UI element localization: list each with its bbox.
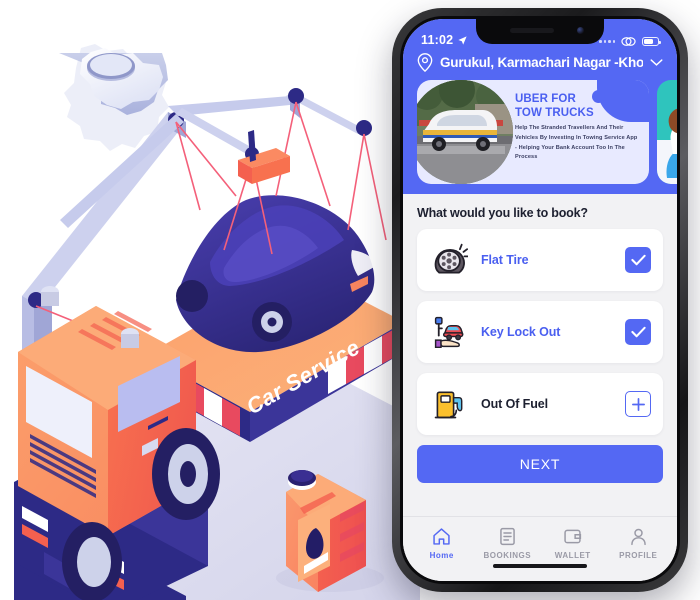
home-indicator[interactable] — [403, 564, 677, 581]
promo-banner[interactable]: UBER FOR TOW TRUCKS Help The Stranded Tr… — [417, 80, 649, 184]
bottom-navigation: Home BOOKINGS WALLET PROFILE — [403, 516, 677, 564]
hero-illustration: Car Service — [0, 0, 420, 600]
banner-title-line1: UBER FOR — [515, 93, 576, 105]
location-selector[interactable]: Gurukul, Karmachari Nagar -Khod... — [403, 49, 677, 72]
service-checkbox-key-lock-out[interactable] — [625, 319, 651, 345]
document-icon — [499, 527, 515, 546]
battery-icon — [642, 37, 661, 46]
phone-mockup: 11:02 Gurukul, Karmachari Nagar -Khod...… — [392, 8, 688, 592]
service-add-out-of-fuel[interactable] — [625, 391, 651, 417]
banner-title-line2: TOW TRUCKS — [515, 106, 594, 119]
nav-label: PROFILE — [619, 551, 658, 560]
service-label: Out Of Fuel — [481, 397, 548, 411]
earpiece-speaker — [510, 28, 554, 33]
navigation-arrow-icon — [458, 35, 467, 45]
promo-carousel[interactable]: UBER FOR TOW TRUCKS Help The Stranded Tr… — [403, 72, 677, 184]
banner-title: UBER FOR TOW TRUCKS — [515, 93, 641, 120]
location-text: Gurukul, Karmachari Nagar -Khod... — [440, 55, 643, 70]
signal-dots-icon — [599, 40, 615, 43]
map-pin-icon — [417, 53, 433, 72]
notch — [476, 19, 604, 44]
nav-label: BOOKINGS — [483, 551, 532, 560]
key-car-hand-icon — [431, 313, 469, 351]
phone-bezel: 11:02 Gurukul, Karmachari Nagar -Khod...… — [400, 16, 680, 584]
banner-photo — [417, 80, 513, 184]
phone-screen: 11:02 Gurukul, Karmachari Nagar -Khod...… — [403, 19, 677, 581]
wifi-icon — [621, 37, 636, 46]
service-label: Key Lock Out — [481, 325, 561, 339]
front-camera — [577, 27, 584, 34]
app-header: 11:02 Gurukul, Karmachari Nagar -Khod...… — [403, 19, 677, 194]
service-card-flat-tire[interactable]: Flat Tire — [417, 229, 663, 291]
check-icon — [630, 254, 646, 266]
fuel-pump-icon — [431, 385, 469, 423]
promo-banner-next[interactable] — [657, 80, 677, 184]
booking-section: What would you like to book? Flat Tire K… — [403, 194, 677, 516]
nav-label: Home — [429, 551, 454, 560]
nav-label: WALLET — [554, 551, 591, 560]
plus-icon — [631, 397, 645, 411]
chevron-down-icon[interactable] — [650, 58, 663, 67]
phone-frame: 11:02 Gurukul, Karmachari Nagar -Khod...… — [392, 8, 688, 592]
status-time: 11:02 — [421, 33, 454, 47]
status-icons — [599, 36, 661, 47]
person-icon — [630, 528, 646, 546]
service-checkbox-flat-tire[interactable] — [625, 247, 651, 273]
check-icon — [630, 326, 646, 338]
home-icon — [433, 528, 450, 545]
screenshot-root: Car Service 11:02 Gurukul, Karmachari Na… — [0, 0, 700, 600]
section-title: What would you like to book? — [417, 206, 588, 220]
wallet-icon — [564, 529, 582, 544]
service-card-out-of-fuel[interactable]: Out Of Fuel — [417, 373, 663, 435]
service-card-key-lock-out[interactable]: Key Lock Out — [417, 301, 663, 363]
nav-item-bookings[interactable]: BOOKINGS — [475, 526, 541, 560]
flat-tire-icon — [431, 241, 469, 279]
status-time-group: 11:02 — [421, 33, 468, 47]
banner-subtitle: Help The Stranded Travellers And Their V… — [515, 125, 638, 161]
nav-item-home[interactable]: Home — [409, 526, 475, 560]
next-button[interactable]: NEXT — [417, 445, 663, 483]
nav-item-wallet[interactable]: WALLET — [540, 526, 606, 560]
service-label: Flat Tire — [481, 253, 529, 267]
banner-text-block: UBER FOR TOW TRUCKS Help The Stranded Tr… — [515, 93, 641, 163]
nav-item-profile[interactable]: PROFILE — [606, 526, 672, 560]
